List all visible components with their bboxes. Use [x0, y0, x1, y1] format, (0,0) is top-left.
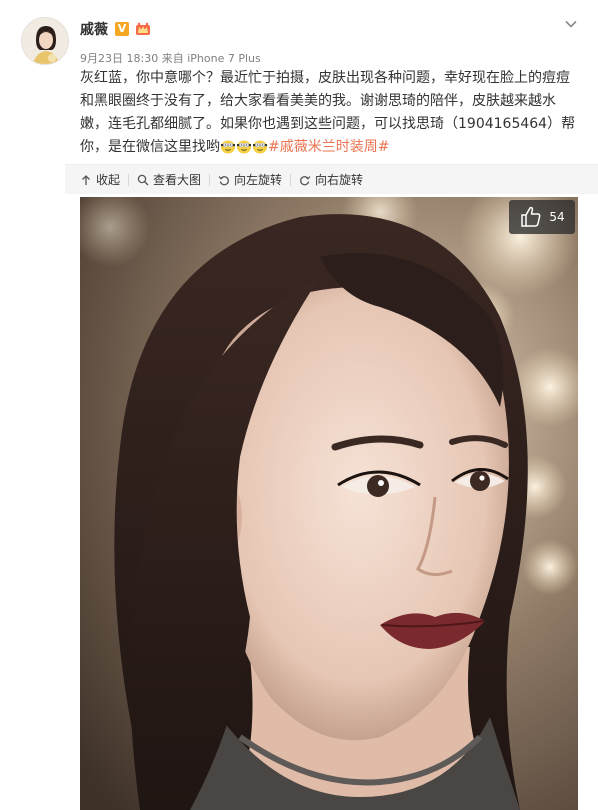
view-large-label: 查看大图: [153, 173, 202, 187]
rotate-left-icon: [218, 175, 229, 185]
rotate-left-label: 向左旋转: [234, 173, 283, 187]
collapse-label: 收起: [96, 173, 121, 187]
source-device: iPhone 7 Plus: [187, 52, 261, 65]
member-crown-icon[interactable]: [135, 21, 151, 37]
minion-emoji-icon: [237, 140, 251, 154]
rotate-right-button[interactable]: 向右旋转: [291, 172, 371, 188]
author-name[interactable]: 戚薇: [80, 19, 108, 39]
rotate-right-label: 向右旋转: [315, 173, 364, 187]
hashtag-link[interactable]: #戚薇米兰时装周#: [268, 139, 389, 155]
verified-v-badge: V: [115, 22, 129, 36]
collapse-button[interactable]: 收起: [65, 172, 128, 188]
arrow-up-icon: [82, 174, 90, 185]
post-timestamp[interactable]: 9月23日 18:30: [80, 52, 158, 65]
post-text-line: 你，是在微信这里找哟 #戚薇米兰时装周#: [80, 136, 580, 159]
post-text-line: 嫩，连毛孔都细腻了。如果你也遇到这些问题，可以找思琦（1904165464）帮: [80, 116, 576, 132]
chevron-down-icon[interactable]: [563, 16, 579, 32]
weibo-post: 戚薇 V 9月23日 18:30 来自 iPhone 7 Plus 灰红蓝，你中…: [0, 0, 598, 810]
like-button[interactable]: 54: [509, 200, 575, 234]
image-toolbar: 收起 查看大图 向左旋转 向右旋转: [65, 164, 598, 194]
post-meta: 9月23日 18:30 来自 iPhone 7 Plus: [80, 50, 261, 66]
source-prefix: 来自: [161, 52, 184, 65]
like-count: 54: [549, 210, 565, 224]
author-avatar[interactable]: [21, 17, 69, 65]
post-photo[interactable]: [80, 197, 578, 810]
rotate-right-icon: [300, 175, 311, 185]
post-text-line: 灰红蓝，你中意哪个？最近忙于拍摄，皮肤出现各种问题，幸好现在脸上的痘痘: [80, 70, 570, 86]
minion-emoji-icon: [253, 140, 267, 154]
thumbs-up-icon: [521, 206, 541, 227]
portrait-photo: [80, 197, 578, 810]
rotate-left-button[interactable]: 向左旋转: [210, 172, 290, 188]
post-text-tail: 你，是在微信这里找哟: [80, 139, 220, 155]
search-icon: [137, 174, 149, 185]
post-text: 灰红蓝，你中意哪个？最近忙于拍摄，皮肤出现各种问题，幸好现在脸上的痘痘 和黑眼圈…: [80, 67, 580, 159]
minion-emoji-icon: [221, 140, 235, 154]
post-text-line: 和黑眼圈终于没有了，给大家看看美美的我。谢谢思琦的陪伴，皮肤越来越水: [80, 93, 556, 109]
view-large-button[interactable]: 查看大图: [129, 172, 209, 188]
